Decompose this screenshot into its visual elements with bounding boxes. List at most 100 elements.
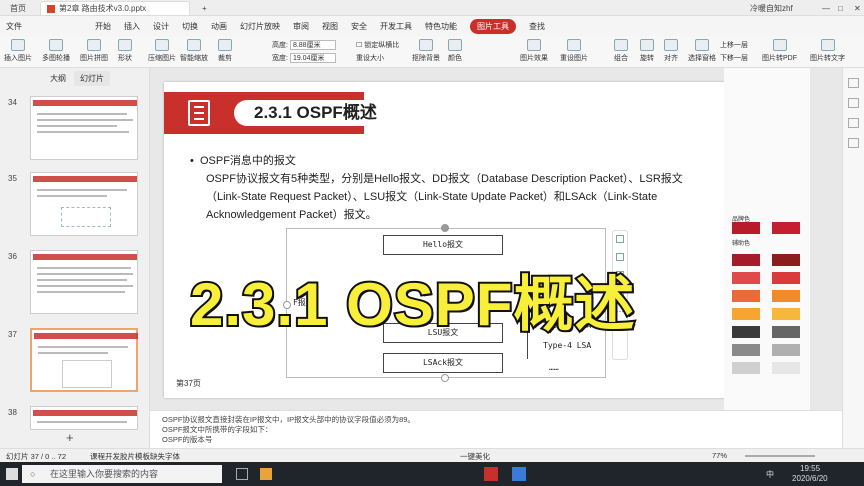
smart-zoom-button[interactable]: 智能缩放 [180,39,208,63]
bring-forward-button[interactable]: 上移一层 [720,40,748,50]
menu-design[interactable]: 设计 [153,21,169,32]
selection-pane-button[interactable]: 选择窗格 [688,39,716,63]
height-field[interactable]: 高度: 8.88厘米 [272,40,336,51]
pic-to-text-button[interactable]: 图片转文字 [810,39,845,63]
current-slide[interactable]: 2.3.1 OSPF概述 • OSPF消息中的报文 OSPF协议报文有5种类型，… [164,82,724,398]
swatch[interactable] [772,254,800,266]
app-icon[interactable] [512,467,526,481]
maximize-icon[interactable]: □ [832,1,849,15]
align-button[interactable]: 对齐 [664,39,678,63]
tool-icon[interactable] [848,98,859,108]
remove-bg-button[interactable]: 抠除背景 [412,39,440,63]
notes-pane[interactable]: OSPF协议报文直接封装在IP报文中，IP报文头部中的协议字段值必须为89。 O… [150,410,842,448]
swatch[interactable] [732,362,760,374]
menu-file[interactable]: 文件 [6,21,22,32]
new-tab-button[interactable]: + [196,1,213,15]
tool-icon[interactable] [848,138,859,148]
taskbar-search[interactable]: ○ 在这里输入你要搜索的内容 [22,465,222,483]
send-backward-button[interactable]: 下移一层 [720,53,748,63]
menu-transition[interactable]: 切换 [182,21,198,32]
swatch[interactable] [732,272,760,284]
title-bar: 首页 第2章 路由技术v3.0.pptx + 冷暖自知zhf — □ ✕ [0,0,864,16]
menu-review[interactable]: 审阅 [293,21,309,32]
swatch[interactable] [732,308,760,320]
reset-picture-button[interactable]: 重设图片 [560,39,588,63]
ime-indicator[interactable]: 中 [766,469,774,480]
add-slide-icon[interactable]: + [66,430,74,445]
resize-handle-bottom[interactable] [441,374,449,382]
tab-document[interactable]: 第2章 路由技术v3.0.pptx [40,1,190,15]
swatch[interactable] [772,222,800,234]
carousel-button[interactable]: 多图轮播 [42,39,70,63]
menu-slideshow[interactable]: 幻灯片放映 [240,21,280,32]
swatch[interactable] [772,344,800,356]
width-field[interactable]: 宽度: 19.04厘米 [272,53,336,64]
rotate-button[interactable]: 旋转 [640,39,654,63]
menu-picture-tools[interactable]: 图片工具 [470,18,516,34]
note-line: OSPF的版本号 [162,435,213,444]
crop-button[interactable]: 裁剪 [218,39,232,63]
template-name[interactable]: 课程开发胶片模板 [90,451,150,462]
layer-icon[interactable] [616,235,624,243]
compress-button[interactable]: 压缩图片 [148,39,176,63]
swatch[interactable] [732,326,760,338]
swatch[interactable] [732,344,760,356]
zoom-slider[interactable] [745,455,815,457]
tab-outline[interactable]: 大纲 [50,73,66,84]
menu-devtools[interactable]: 开发工具 [380,21,412,32]
tool-icon[interactable] [848,118,859,128]
zoom-level[interactable]: 77% [712,451,727,460]
swatch[interactable] [732,222,760,234]
swatch[interactable] [772,362,800,374]
slide-thumb-34[interactable]: 34 [0,96,150,164]
wps-icon[interactable] [484,467,498,481]
slide-title[interactable]: 2.3.1 OSPF概述 [234,100,434,126]
slide-thumb-37[interactable]: 37 [0,328,150,396]
close-icon[interactable]: ✕ [848,1,864,15]
menu-insert[interactable]: 插入 [124,21,140,32]
tab-slides[interactable]: 幻灯片 [74,70,110,86]
group-button[interactable]: 组合 [614,39,628,63]
slide-thumb-35[interactable]: 35 [0,172,150,240]
menu-search[interactable]: 查找 [529,21,545,32]
slide-panel: 大纲 幻灯片 34 35 36 37 38 + [0,68,150,448]
menu-features[interactable]: 特色功能 [425,21,457,32]
color-panel: 品牌色 辅助色 [724,68,810,410]
slide-body-text[interactable]: OSPF协议报文有5种类型，分别是Hello报文、DD报文（Database D… [206,170,696,224]
pic-to-pdf-button[interactable]: 图片转PDF [762,39,797,63]
tab-home[interactable]: 首页 [4,1,32,15]
color-button[interactable]: 颜色 [448,39,462,63]
swatch[interactable] [772,290,800,302]
swatch[interactable] [772,272,800,284]
clock-time: 19:55 [800,464,821,473]
menu-home[interactable]: 开始 [95,21,111,32]
rotate-handle-icon[interactable] [441,224,449,232]
swatch[interactable] [772,326,800,338]
picture-effect-button[interactable]: 图片效果 [520,39,548,63]
swatch[interactable] [732,290,760,302]
menu-view[interactable]: 视图 [322,21,338,32]
windows-start-icon[interactable] [6,468,18,480]
beautify-button[interactable]: 一键美化 [460,451,490,462]
lock-ratio-checkbox[interactable]: ☐ 锁定纵横比 [356,40,399,50]
reset-size-button[interactable]: 重设大小 [356,53,384,63]
insert-picture-button[interactable]: 插入图片 [4,39,32,63]
slide-thumb-36[interactable]: 36 [0,250,150,318]
slide-bullet[interactable]: • OSPF消息中的报文 [190,152,296,168]
menu-security[interactable]: 安全 [351,21,367,32]
explorer-icon[interactable] [260,468,272,480]
pptx-icon [47,4,55,13]
missing-font-indicator[interactable]: 缺失字体 [150,451,180,462]
tool-icon[interactable] [848,78,859,88]
collage-button[interactable]: 图片拼图 [80,39,108,63]
menu-animation[interactable]: 动画 [211,21,227,32]
task-view-icon[interactable] [236,468,248,480]
swatch[interactable] [772,308,800,320]
hello-packet-box: Hello报文 [383,235,503,255]
shape-button[interactable]: 形状 [118,39,132,63]
page-number: 第37页 [176,379,201,388]
user-name[interactable]: 冷暖自知zhf [744,1,799,15]
note-line: OSPF报文中所携带的字段如下： [162,425,273,434]
video-caption: 2.3.1 OSPF概述 [188,269,636,340]
swatch[interactable] [732,254,760,266]
